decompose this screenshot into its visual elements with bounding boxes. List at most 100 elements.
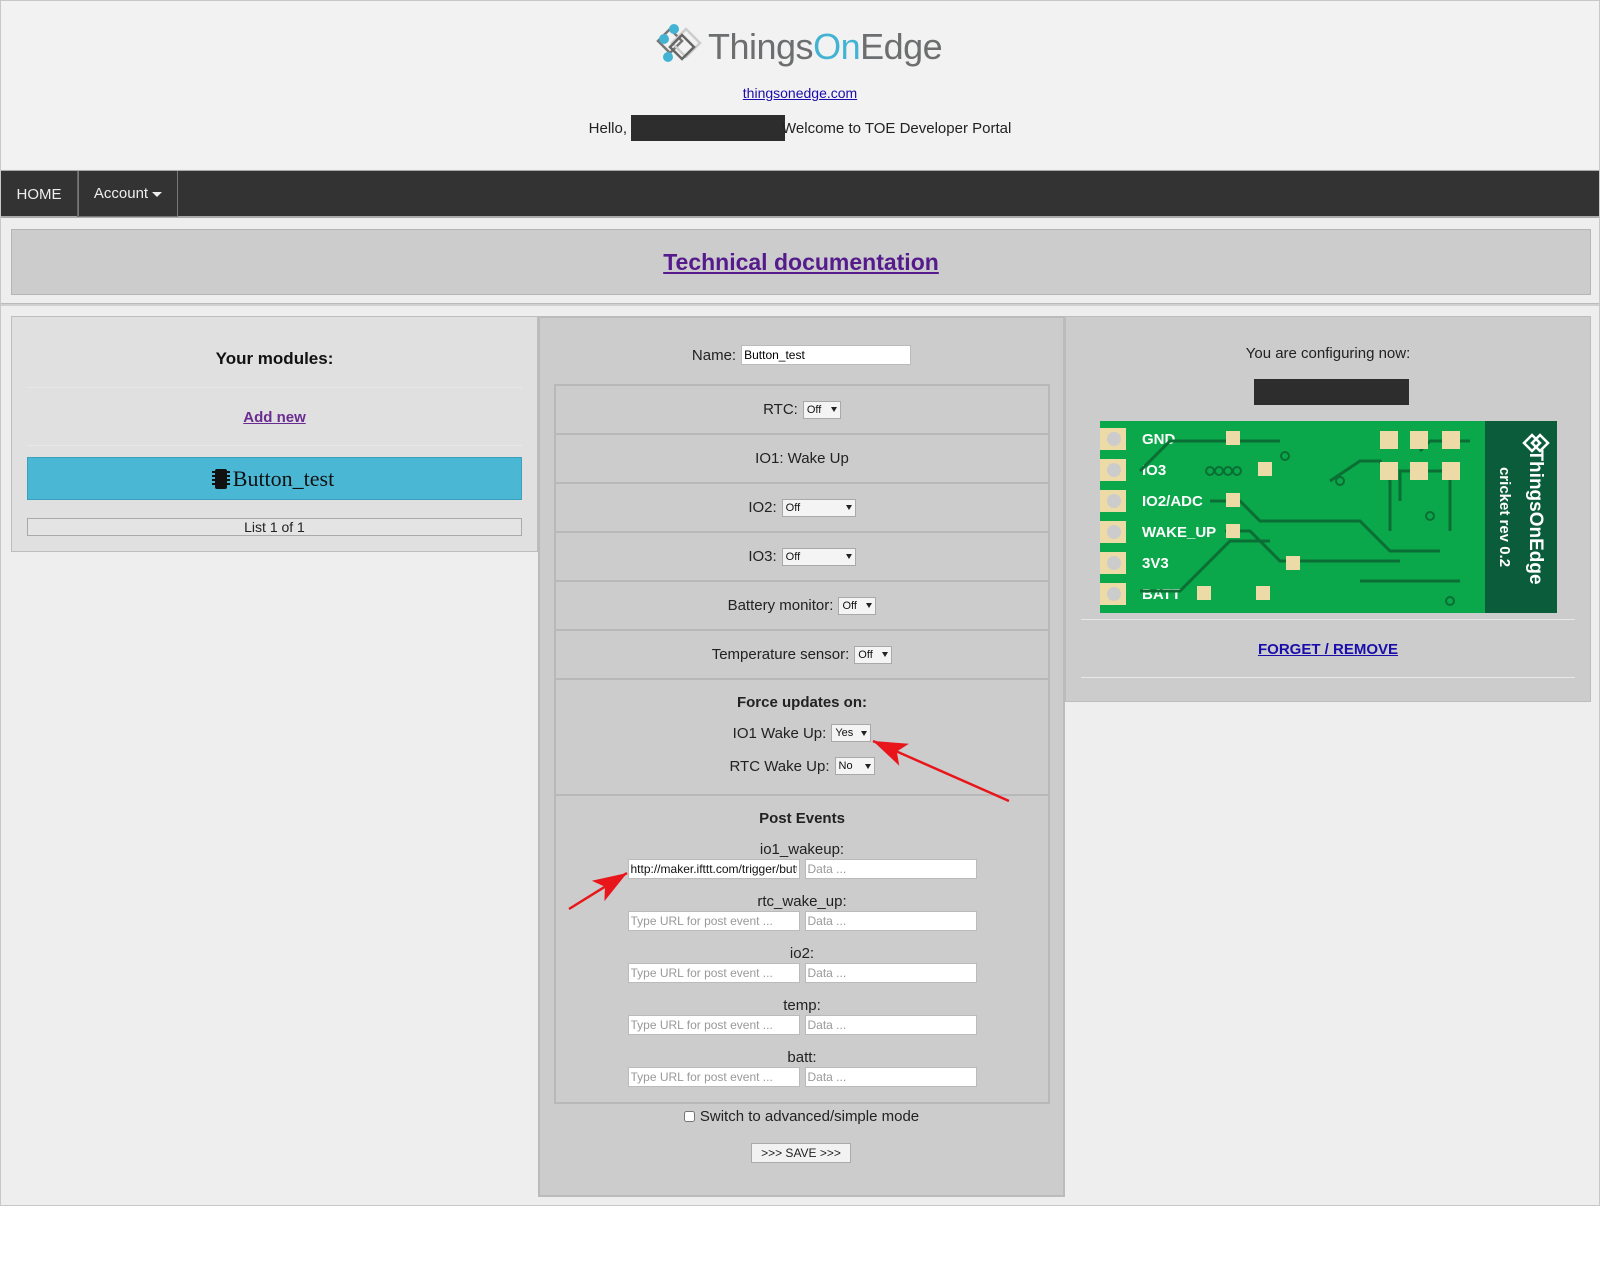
post-event-url-input[interactable] <box>627 1067 800 1087</box>
pin-label: 3V3 <box>1142 555 1169 572</box>
io2-select[interactable]: Off <box>781 498 856 517</box>
post-events-title: Post Events <box>759 810 845 827</box>
documentation-banner: Technical documentation <box>11 229 1591 295</box>
greeting-prefix: Hello, <box>588 119 628 137</box>
dropdown-arrow-icon <box>845 505 852 510</box>
pin-hole <box>1107 463 1121 477</box>
post-event-label: io1_wakeup: <box>759 841 845 858</box>
greeting-suffix: Welcome to TOE Developer Portal <box>782 119 1012 137</box>
rtc-wake-select[interactable]: No <box>834 757 875 775</box>
configuring-title: You are configuring now: <box>1245 345 1411 362</box>
redacted-device-id <box>1254 379 1409 405</box>
io1-row: IO1: Wake Up <box>556 435 1048 484</box>
module-name: Button_test <box>232 465 335 491</box>
dropdown-arrow-icon <box>830 407 837 412</box>
dropdown-arrow-icon <box>861 730 868 736</box>
pin-hole <box>1107 556 1121 570</box>
force-updates-section: Force updates on: IO1 Wake Up: Yes RTC W… <box>556 680 1048 796</box>
post-event-batt: batt: <box>556 1049 1048 1087</box>
site-link[interactable]: thingsonedge.com <box>743 85 857 101</box>
post-event-temp: temp: <box>556 997 1048 1035</box>
post-event-label: io2: <box>789 945 815 962</box>
list-pagination: List 1 of 1 <box>27 518 522 536</box>
pin-hole <box>1107 432 1121 446</box>
post-event-data-input[interactable] <box>804 911 977 931</box>
settings-box: RTC: Off IO1: Wake Up IO2: Off IO3: Off … <box>554 384 1050 1104</box>
io1-wake-select[interactable]: Yes <box>831 724 872 742</box>
divider <box>27 445 522 446</box>
post-event-label: batt: <box>787 1049 817 1066</box>
post-event-io1-wakeup: io1_wakeup: <box>556 841 1048 879</box>
temperature-label: Temperature sensor: <box>711 646 850 663</box>
pin-hole <box>1107 587 1121 601</box>
io3-select[interactable]: Off <box>781 547 856 566</box>
rtc-label: RTC: <box>763 401 798 418</box>
logo[interactable]: ThingsOnEdge <box>656 19 943 75</box>
post-event-url-input[interactable] <box>627 859 800 879</box>
io2-row: IO2: Off <box>556 484 1048 533</box>
post-events-section: Post Events io1_wakeup: rtc_wake_up: <box>556 796 1048 1102</box>
io1-label: IO1: Wake Up <box>755 450 849 467</box>
redacted-username <box>631 115 786 141</box>
greeting: Hello, Welcome to TOE Developer Portal <box>1 115 1599 141</box>
io1-wake-value: Yes <box>835 727 854 739</box>
pin-label: WAKE_UP <box>1142 524 1216 541</box>
post-event-io2: io2: <box>556 945 1048 983</box>
post-event-label: rtc_wake_up: <box>757 893 847 910</box>
battery-select[interactable]: Off <box>838 596 877 615</box>
nav-account-label: Account <box>93 185 149 202</box>
header: ThingsOnEdge thingsonedge.com Hello, Wel… <box>1 1 1599 169</box>
modules-title: Your modules: <box>215 349 334 368</box>
board-model-text: cricket rev 0.2 <box>1496 467 1513 567</box>
io1-wake-row: IO1 Wake Up: Yes <box>556 724 1048 742</box>
mode-toggle-checkbox[interactable] <box>683 1111 695 1122</box>
dropdown-arrow-icon <box>866 603 873 608</box>
page: ThingsOnEdge thingsonedge.com Hello, Wel… <box>0 0 1600 1206</box>
rtc-wake-value: No <box>838 760 853 772</box>
temperature-select[interactable]: Off <box>854 645 893 664</box>
dropdown-arrow-icon <box>864 763 871 769</box>
battery-row: Battery monitor: Off <box>556 582 1048 631</box>
io3-label: IO3: <box>748 548 777 565</box>
module-list-item[interactable]: Button_test <box>27 457 522 500</box>
save-button[interactable]: >>> SAVE >>> <box>751 1143 851 1163</box>
post-event-data-input[interactable] <box>804 1067 977 1087</box>
nav-account-dropdown[interactable]: Account <box>78 171 178 217</box>
dropdown-arrow-icon <box>882 652 889 657</box>
post-event-data-input[interactable] <box>804 859 977 879</box>
post-event-url-input[interactable] <box>627 1015 800 1035</box>
logo-text: ThingsOnEdge <box>708 26 943 67</box>
post-event-data-input[interactable] <box>804 1015 977 1035</box>
rtc-value: Off <box>806 403 822 416</box>
force-updates-title: Force updates on: <box>736 694 867 711</box>
post-event-url-input[interactable] <box>627 911 800 931</box>
mode-toggle-label: Switch to advanced/simple mode <box>699 1108 920 1125</box>
post-event-data-input[interactable] <box>804 963 977 983</box>
rtc-select[interactable]: Off <box>802 400 841 419</box>
nav-home[interactable]: HOME <box>1 171 78 217</box>
post-event-url-input[interactable] <box>627 963 800 983</box>
config-form-panel: Name: RTC: Off IO1: Wake Up IO2: Off IO3… <box>538 316 1065 1197</box>
pin-label: IO2/ADC <box>1142 493 1203 510</box>
caret-down-icon <box>152 192 163 197</box>
rtc-wake-row: RTC Wake Up: No <box>556 757 1048 775</box>
io2-label: IO2: <box>748 499 777 516</box>
navbar: HOME Account <box>1 170 1599 218</box>
device-panel: You are configuring now: GND IO3 IO2/ADC WA… <box>1065 316 1591 702</box>
io3-value: Off <box>785 550 801 563</box>
module-name-input[interactable] <box>741 345 912 365</box>
pin-label: BATT <box>1142 586 1181 603</box>
forget-remove-link[interactable]: FORGET / REMOVE <box>1258 641 1398 658</box>
modules-panel: Your modules: Add new Button_test List 1… <box>11 316 538 552</box>
pin-hole <box>1107 525 1121 539</box>
post-event-label: temp: <box>783 997 821 1014</box>
thingsonedge-logo-icon <box>656 24 702 62</box>
cricket-board-image: GNDIO3IO2/ADCWAKE_UP3V3BATT ThingsOnEdge… <box>1100 421 1557 613</box>
technical-documentation-link[interactable]: Technical documentation <box>663 249 939 276</box>
add-new-module-link[interactable]: Add new <box>243 409 306 426</box>
rtc-row: RTC: Off <box>556 386 1048 435</box>
battery-label: Battery monitor: <box>727 597 834 614</box>
name-row: Name: <box>540 345 1063 365</box>
temperature-row: Temperature sensor: Off <box>556 631 1048 680</box>
rtc-wake-label: RTC Wake Up: <box>729 757 830 775</box>
